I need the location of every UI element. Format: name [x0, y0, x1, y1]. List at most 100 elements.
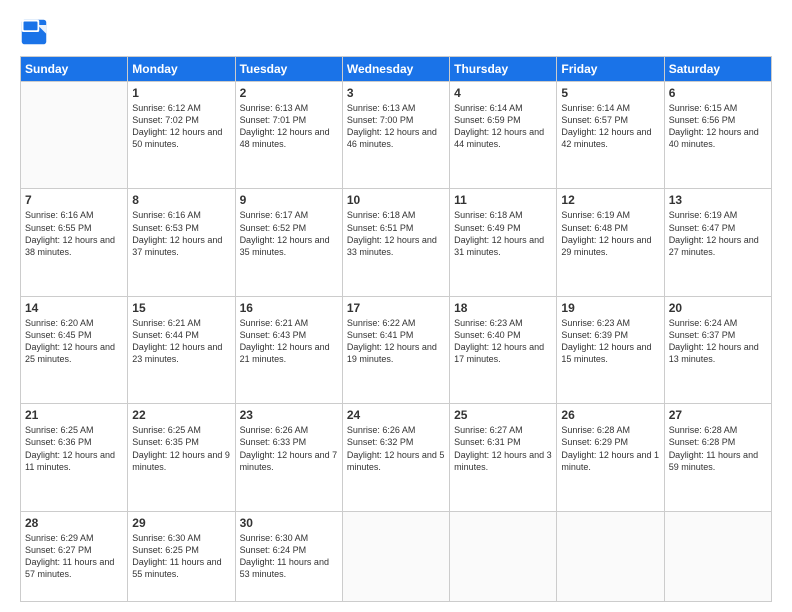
- day-number: 29: [132, 516, 230, 530]
- day-number: 12: [561, 193, 659, 207]
- table-row: 19 Sunrise: 6:23 AM Sunset: 6:39 PM Dayli…: [557, 296, 664, 403]
- table-row: 3 Sunrise: 6:13 AM Sunset: 7:00 PM Daylig…: [342, 82, 449, 189]
- day-number: 22: [132, 408, 230, 422]
- table-row: [450, 511, 557, 601]
- table-row: 17 Sunrise: 6:22 AM Sunset: 6:41 PM Dayli…: [342, 296, 449, 403]
- col-sunday: Sunday: [21, 57, 128, 82]
- day-content: Sunrise: 6:18 AM Sunset: 6:49 PM Dayligh…: [454, 209, 552, 258]
- day-number: 18: [454, 301, 552, 315]
- day-content: Sunrise: 6:15 AM Sunset: 6:56 PM Dayligh…: [669, 102, 767, 151]
- page: Sunday Monday Tuesday Wednesday Thursday…: [0, 0, 792, 612]
- day-number: 3: [347, 86, 445, 100]
- day-content: Sunrise: 6:17 AM Sunset: 6:52 PM Dayligh…: [240, 209, 338, 258]
- day-number: 19: [561, 301, 659, 315]
- day-number: 15: [132, 301, 230, 315]
- day-number: 4: [454, 86, 552, 100]
- col-saturday: Saturday: [664, 57, 771, 82]
- table-row: 16 Sunrise: 6:21 AM Sunset: 6:43 PM Dayli…: [235, 296, 342, 403]
- day-content: Sunrise: 6:28 AM Sunset: 6:28 PM Dayligh…: [669, 424, 767, 473]
- table-row: 28 Sunrise: 6:29 AM Sunset: 6:27 PM Dayli…: [21, 511, 128, 601]
- col-monday: Monday: [128, 57, 235, 82]
- day-content: Sunrise: 6:13 AM Sunset: 7:01 PM Dayligh…: [240, 102, 338, 151]
- table-row: [557, 511, 664, 601]
- day-number: 25: [454, 408, 552, 422]
- logo: [20, 18, 52, 46]
- day-content: Sunrise: 6:14 AM Sunset: 6:59 PM Dayligh…: [454, 102, 552, 151]
- day-number: 21: [25, 408, 123, 422]
- day-content: Sunrise: 6:30 AM Sunset: 6:25 PM Dayligh…: [132, 532, 230, 581]
- day-content: Sunrise: 6:19 AM Sunset: 6:47 PM Dayligh…: [669, 209, 767, 258]
- day-content: Sunrise: 6:19 AM Sunset: 6:48 PM Dayligh…: [561, 209, 659, 258]
- day-number: 5: [561, 86, 659, 100]
- day-number: 13: [669, 193, 767, 207]
- col-thursday: Thursday: [450, 57, 557, 82]
- col-friday: Friday: [557, 57, 664, 82]
- day-number: 30: [240, 516, 338, 530]
- table-row: 20 Sunrise: 6:24 AM Sunset: 6:37 PM Dayli…: [664, 296, 771, 403]
- day-content: Sunrise: 6:23 AM Sunset: 6:39 PM Dayligh…: [561, 317, 659, 366]
- table-row: 4 Sunrise: 6:14 AM Sunset: 6:59 PM Daylig…: [450, 82, 557, 189]
- day-content: Sunrise: 6:22 AM Sunset: 6:41 PM Dayligh…: [347, 317, 445, 366]
- day-content: Sunrise: 6:26 AM Sunset: 6:33 PM Dayligh…: [240, 424, 338, 473]
- table-row: 7 Sunrise: 6:16 AM Sunset: 6:55 PM Daylig…: [21, 189, 128, 296]
- table-row: 27 Sunrise: 6:28 AM Sunset: 6:28 PM Dayli…: [664, 404, 771, 511]
- day-content: Sunrise: 6:18 AM Sunset: 6:51 PM Dayligh…: [347, 209, 445, 258]
- col-wednesday: Wednesday: [342, 57, 449, 82]
- day-content: Sunrise: 6:21 AM Sunset: 6:43 PM Dayligh…: [240, 317, 338, 366]
- day-number: 10: [347, 193, 445, 207]
- table-row: 29 Sunrise: 6:30 AM Sunset: 6:25 PM Dayli…: [128, 511, 235, 601]
- day-content: Sunrise: 6:13 AM Sunset: 7:00 PM Dayligh…: [347, 102, 445, 151]
- day-number: 23: [240, 408, 338, 422]
- header: [20, 18, 772, 46]
- table-row: 5 Sunrise: 6:14 AM Sunset: 6:57 PM Daylig…: [557, 82, 664, 189]
- day-content: Sunrise: 6:23 AM Sunset: 6:40 PM Dayligh…: [454, 317, 552, 366]
- calendar-header-row: Sunday Monday Tuesday Wednesday Thursday…: [21, 57, 772, 82]
- day-number: 9: [240, 193, 338, 207]
- calendar-table: Sunday Monday Tuesday Wednesday Thursday…: [20, 56, 772, 602]
- day-content: Sunrise: 6:28 AM Sunset: 6:29 PM Dayligh…: [561, 424, 659, 473]
- day-content: Sunrise: 6:26 AM Sunset: 6:32 PM Dayligh…: [347, 424, 445, 473]
- table-row: 21 Sunrise: 6:25 AM Sunset: 6:36 PM Dayli…: [21, 404, 128, 511]
- day-content: Sunrise: 6:24 AM Sunset: 6:37 PM Dayligh…: [669, 317, 767, 366]
- day-content: Sunrise: 6:29 AM Sunset: 6:27 PM Dayligh…: [25, 532, 123, 581]
- table-row: 25Sunrise: 6:27 AM Sunset: 6:31 PM Dayli…: [450, 404, 557, 511]
- table-row: 1Sunrise: 6:12 AM Sunset: 7:02 PM Daylig…: [128, 82, 235, 189]
- day-number: 20: [669, 301, 767, 315]
- table-row: 14 Sunrise: 6:20 AM Sunset: 6:45 PM Dayli…: [21, 296, 128, 403]
- table-row: 13 Sunrise: 6:19 AM Sunset: 6:47 PM Dayli…: [664, 189, 771, 296]
- day-number: 8: [132, 193, 230, 207]
- table-row: 26 Sunrise: 6:28 AM Sunset: 6:29 PM Dayli…: [557, 404, 664, 511]
- day-number: 6: [669, 86, 767, 100]
- day-content: Sunrise: 6:20 AM Sunset: 6:45 PM Dayligh…: [25, 317, 123, 366]
- table-row: 12 Sunrise: 6:19 AM Sunset: 6:48 PM Dayli…: [557, 189, 664, 296]
- day-number: 2: [240, 86, 338, 100]
- table-row: [342, 511, 449, 601]
- day-number: 1: [132, 86, 230, 100]
- col-tuesday: Tuesday: [235, 57, 342, 82]
- logo-icon: [20, 18, 48, 46]
- day-content: Sunrise: 6:21 AM Sunset: 6:44 PM Dayligh…: [132, 317, 230, 366]
- day-number: 14: [25, 301, 123, 315]
- day-number: 26: [561, 408, 659, 422]
- table-row: [21, 82, 128, 189]
- day-content: Sunrise: 6:16 AM Sunset: 6:53 PM Dayligh…: [132, 209, 230, 258]
- table-row: 22Sunrise: 6:25 AM Sunset: 6:35 PM Dayli…: [128, 404, 235, 511]
- table-row: 18 Sunrise: 6:23 AM Sunset: 6:40 PM Dayli…: [450, 296, 557, 403]
- table-row: 8 Sunrise: 6:16 AM Sunset: 6:53 PM Daylig…: [128, 189, 235, 296]
- table-row: 24 Sunrise: 6:26 AM Sunset: 6:32 PM Dayli…: [342, 404, 449, 511]
- day-number: 28: [25, 516, 123, 530]
- table-row: 15 Sunrise: 6:21 AM Sunset: 6:44 PM Dayli…: [128, 296, 235, 403]
- day-content: Sunrise: 6:14 AM Sunset: 6:57 PM Dayligh…: [561, 102, 659, 151]
- table-row: 11Sunrise: 6:18 AM Sunset: 6:49 PM Dayli…: [450, 189, 557, 296]
- day-number: 7: [25, 193, 123, 207]
- day-number: 24: [347, 408, 445, 422]
- day-number: 17: [347, 301, 445, 315]
- day-content: Sunrise: 6:30 AM Sunset: 6:24 PM Dayligh…: [240, 532, 338, 581]
- day-content: Sunrise: 6:25 AM Sunset: 6:36 PM Dayligh…: [25, 424, 123, 473]
- day-number: 27: [669, 408, 767, 422]
- table-row: [664, 511, 771, 601]
- table-row: 9 Sunrise: 6:17 AM Sunset: 6:52 PM Daylig…: [235, 189, 342, 296]
- day-number: 16: [240, 301, 338, 315]
- day-content: Sunrise: 6:16 AM Sunset: 6:55 PM Dayligh…: [25, 209, 123, 258]
- table-row: 6 Sunrise: 6:15 AM Sunset: 6:56 PM Daylig…: [664, 82, 771, 189]
